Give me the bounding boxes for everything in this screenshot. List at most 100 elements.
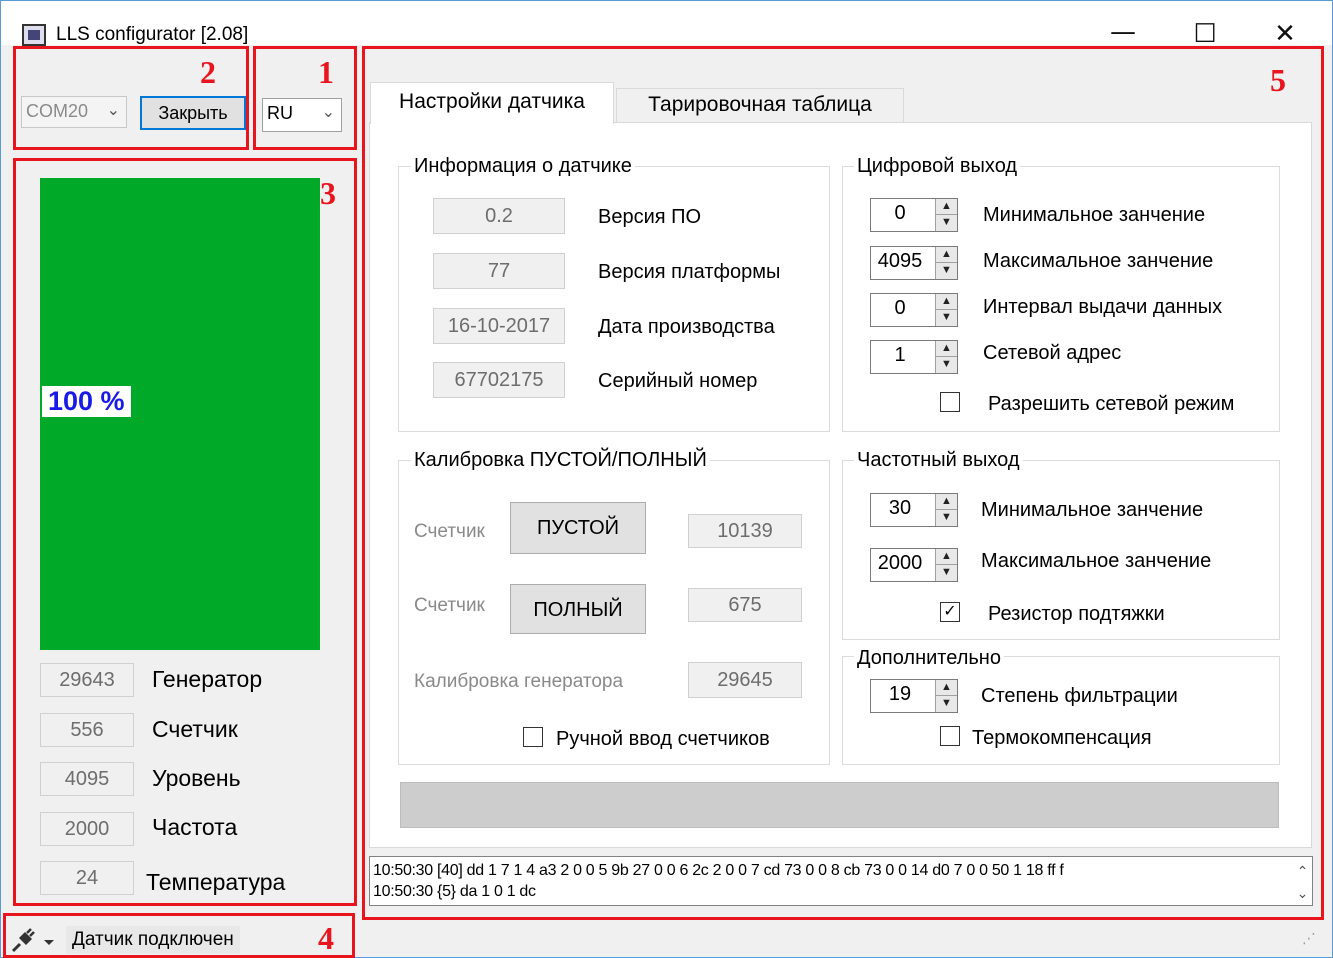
communication-log[interactable]: 10:50:30 [40] dd 1 7 1 4 a3 2 0 0 5 9b 2… [369,856,1313,906]
annotation-number-4: 4 [318,920,334,956]
spin-down-icon[interactable]: ▼ [936,215,957,231]
annotation-number-1: 1 [318,54,334,90]
language-select[interactable]: RU ⌄ [262,98,342,132]
temperature-readout: 24 [40,861,134,895]
data-interval-label: Интервал выдачи данных [983,296,1223,318]
com-port-select[interactable]: COM20 ⌄ [21,96,127,128]
data-interval-stepper[interactable]: 0 ▲ ▼ [870,293,958,327]
annotation-number-3: 3 [320,175,336,211]
network-mode-checkbox[interactable] [940,392,960,412]
spin-down-icon[interactable]: ▼ [936,696,957,712]
manual-entry-checkbox[interactable] [523,727,543,747]
spin-up-icon[interactable]: ▲ [936,494,957,510]
com-port-value: COM20 [26,101,89,121]
group-frequency-output-title: Частотный выход [854,449,1023,472]
scroll-up-icon[interactable]: ⌃ [1297,861,1309,882]
spin-up-icon[interactable]: ▲ [936,549,957,565]
spin-down-icon[interactable]: ▼ [936,510,957,526]
log-line: 10:50:30 [40] dd 1 7 1 4 a3 2 0 0 5 9b 2… [373,862,1064,879]
empty-button[interactable]: ПУСТОЙ [510,502,646,554]
counter-label: Счетчик [152,716,238,742]
pullup-resistor-checkbox[interactable]: ✓ [940,602,960,622]
manual-entry-label: Ручной ввод счетчиков [556,728,770,750]
spin-up-icon[interactable]: ▲ [936,199,957,215]
data-interval-value: 0 [894,297,906,319]
scroll-down-icon[interactable]: ⌄ [1297,883,1309,904]
operation-progress-bar [400,782,1279,828]
network-mode-label: Разрешить сетевой режим [988,393,1235,415]
status-text: Датчик подключен [66,926,240,954]
group-calibration-title: Калибровка ПУСТОЙ/ПОЛНЫЙ [411,449,710,472]
network-address-stepper[interactable]: 1 ▲ ▼ [870,340,958,374]
close-port-button[interactable]: Закрыть [140,96,246,130]
spin-up-icon[interactable]: ▲ [936,294,957,310]
digital-max-stepper[interactable]: 4095 ▲ ▼ [870,246,958,280]
serial-number-field: 67702175 [433,362,565,398]
annotation-number-5: 5 [1270,62,1286,98]
firmware-version-label: Версия ПО [598,206,702,228]
generator-calibration-value: 29645 [688,662,802,698]
chevron-down-icon: ⌄ [321,104,335,121]
checkmark-icon: ✓ [943,603,957,620]
filter-level-label: Степень фильтрации [981,685,1178,707]
spin-up-icon[interactable]: ▲ [936,341,957,357]
level-label: Уровень [152,765,241,791]
annotation-number-2: 2 [200,54,216,90]
network-address-label: Сетевой адрес [983,342,1122,364]
frequency-label: Частота [152,814,238,840]
generator-readout: 29643 [40,663,134,697]
temperature-label: Температура [146,869,286,895]
generator-label: Генератор [152,666,263,692]
chevron-down-icon: ⌄ [106,102,120,119]
language-value: RU [267,103,293,123]
group-digital-output-title: Цифровой выход [854,155,1021,178]
digital-min-stepper[interactable]: 0 ▲ ▼ [870,198,958,232]
app-icon [22,24,46,46]
digital-min-value: 0 [894,202,906,224]
platform-version-label: Версия платформы [598,261,781,283]
spin-down-icon[interactable]: ▼ [936,310,957,326]
full-button[interactable]: ПОЛНЫЙ [510,584,646,634]
frequency-min-stepper[interactable]: 30 ▲ ▼ [870,493,958,527]
digital-max-value: 4095 [877,250,923,272]
full-counter-value: 675 [688,588,802,622]
level-percent-label: 100 % [42,386,131,417]
production-date-label: Дата производства [598,316,775,338]
group-additional-title: Дополнительно [854,647,1004,670]
tab-calibration-table[interactable]: Тарировочная таблица [616,88,904,122]
spin-down-icon[interactable]: ▼ [936,565,957,581]
digital-min-label: Минимальное занчение [983,204,1206,226]
level-readout: 4095 [40,762,134,796]
resize-grip-icon[interactable]: ⋰ [1302,930,1317,947]
thermo-compensation-label: Термокомпенсация [972,727,1152,749]
group-sensor-info-title: Информация о датчике [411,155,635,178]
spin-down-icon[interactable]: ▼ [936,357,957,373]
thermo-compensation-checkbox[interactable] [940,726,960,746]
counter-readout: 556 [40,713,134,747]
window-title: LLS configurator [2.08] [56,24,249,45]
platform-version-field: 77 [433,253,565,289]
production-date-field: 16-10-2017 [433,308,565,344]
frequency-min-label: Минимальное занчение [981,499,1204,521]
full-counter-label: Счетчик [414,595,485,616]
frequency-max-stepper[interactable]: 2000 ▲ ▼ [870,548,958,582]
plug-icon [11,928,54,953]
digital-max-label: Максимальное занчение [983,250,1214,272]
connection-dropdown[interactable] [10,924,54,954]
filter-level-value: 19 [888,683,912,705]
filter-level-stepper[interactable]: 19 ▲ ▼ [870,679,958,713]
frequency-readout: 2000 [40,812,134,846]
firmware-version-field: 0.2 [433,198,565,234]
spin-up-icon[interactable]: ▲ [936,680,957,696]
spin-down-icon[interactable]: ▼ [936,263,957,279]
frequency-max-label: Максимальное занчение [981,550,1212,572]
tab-sensor-settings[interactable]: Настройки датчика [370,82,614,124]
empty-counter-label: Счетчик [414,521,485,542]
spin-up-icon[interactable]: ▲ [936,247,957,263]
serial-number-label: Серийный номер [598,370,758,392]
frequency-max-value: 2000 [877,552,923,574]
empty-counter-value: 10139 [688,514,802,548]
pullup-resistor-label: Резистор подтяжки [988,603,1165,625]
network-address-value: 1 [894,344,906,366]
log-line: 10:50:30 {5} da 1 0 1 dc [373,883,536,900]
